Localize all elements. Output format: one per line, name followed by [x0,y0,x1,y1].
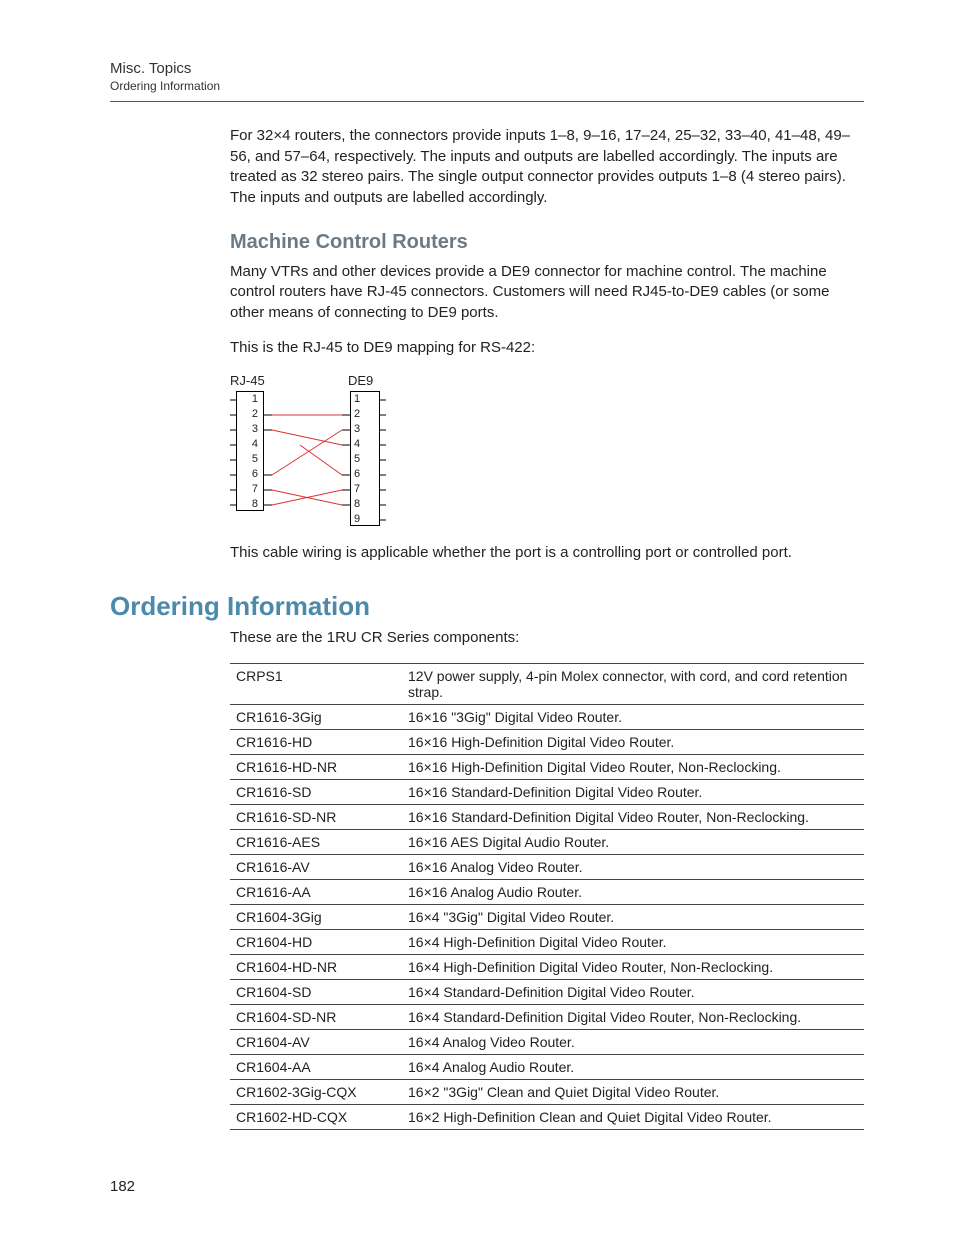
table-row: CR1616-AV16×16 Analog Video Router. [230,854,864,879]
part-description: 16×16 Analog Video Router. [402,854,864,879]
table-row: CR1604-HD16×4 High-Definition Digital Vi… [230,929,864,954]
table-row: CR1604-3Gig16×4 "3Gig" Digital Video Rou… [230,904,864,929]
table-row: CR1616-HD-NR16×16 High-Definition Digita… [230,754,864,779]
table-row: CR1616-AES16×16 AES Digital Audio Router… [230,829,864,854]
part-description: 16×16 Standard-Definition Digital Video … [402,779,864,804]
part-code: CR1616-AV [230,854,402,879]
part-code: CR1604-SD-NR [230,1004,402,1029]
table-row: CRPS112V power supply, 4-pin Molex conne… [230,663,864,704]
table-row: CR1616-3Gig16×16 "3Gig" Digital Video Ro… [230,704,864,729]
table-row: CR1604-AA16×4 Analog Audio Router. [230,1054,864,1079]
part-code: CR1604-SD [230,979,402,1004]
part-description: 16×4 High-Definition Digital Video Route… [402,954,864,979]
table-row: CR1604-AV16×4 Analog Video Router. [230,1029,864,1054]
part-description: 16×16 High-Definition Digital Video Rout… [402,754,864,779]
table-row: CR1616-SD16×16 Standard-Definition Digit… [230,779,864,804]
table-row: CR1616-SD-NR16×16 Standard-Definition Di… [230,804,864,829]
ordering-heading: Ordering Information [110,591,864,622]
document-page: Misc. Topics Ordering Information For 32… [0,0,954,1235]
part-description: 16×4 "3Gig" Digital Video Router. [402,904,864,929]
part-code: CR1604-3Gig [230,904,402,929]
part-code: CRPS1 [230,663,402,704]
diagram-left-label: RJ-45 [230,373,265,388]
part-code: CR1616-SD-NR [230,804,402,829]
part-code: CR1616-AES [230,829,402,854]
header-subtitle: Ordering Information [110,79,864,93]
content-block: For 32×4 routers, the connectors provide… [230,126,864,1130]
part-description: 16×16 Analog Audio Router. [402,879,864,904]
ordering-table: CRPS112V power supply, 4-pin Molex conne… [230,663,864,1130]
part-code: CR1616-HD [230,729,402,754]
part-code: CR1602-HD-CQX [230,1104,402,1129]
ordering-intro: These are the 1RU CR Series components: [230,628,864,649]
part-code: CR1616-HD-NR [230,754,402,779]
mcr-paragraph-1: Many VTRs and other devices provide a DE… [230,262,864,324]
diagram-right-label: DE9 [348,373,373,388]
part-description: 16×16 AES Digital Audio Router. [402,829,864,854]
part-code: CR1604-HD [230,929,402,954]
rj45-de9-diagram: RJ-45 DE9 1 2 3 4 5 6 7 8 1 2 3 4 [230,373,430,533]
part-description: 16×16 High-Definition Digital Video Rout… [402,729,864,754]
part-description: 16×2 "3Gig" Clean and Quiet Digital Vide… [402,1079,864,1104]
part-code: CR1604-AV [230,1029,402,1054]
part-code: CR1602-3Gig-CQX [230,1079,402,1104]
header-rule [110,101,864,102]
table-row: CR1604-SD16×4 Standard-Definition Digita… [230,979,864,1004]
part-description: 16×16 "3Gig" Digital Video Router. [402,704,864,729]
part-code: CR1604-AA [230,1054,402,1079]
part-code: CR1616-SD [230,779,402,804]
part-description: 16×4 Analog Audio Router. [402,1054,864,1079]
part-description: 16×4 Standard-Definition Digital Video R… [402,1004,864,1029]
page-number: 182 [110,1178,135,1195]
part-description: 16×16 Standard-Definition Digital Video … [402,804,864,829]
table-row: CR1616-HD16×16 High-Definition Digital V… [230,729,864,754]
header-title: Misc. Topics [110,60,864,77]
table-row: CR1604-SD-NR16×4 Standard-Definition Dig… [230,1004,864,1029]
part-description: 16×2 High-Definition Clean and Quiet Dig… [402,1104,864,1129]
table-row: CR1616-AA16×16 Analog Audio Router. [230,879,864,904]
part-description: 16×4 Standard-Definition Digital Video R… [402,979,864,1004]
part-code: CR1616-3Gig [230,704,402,729]
table-row: CR1604-HD-NR16×4 High-Definition Digital… [230,954,864,979]
part-code: CR1616-AA [230,879,402,904]
wiring-lines [230,391,430,551]
part-description: 16×4 High-Definition Digital Video Route… [402,929,864,954]
machine-control-heading: Machine Control Routers [230,231,864,254]
mcr-paragraph-2: This is the RJ-45 to DE9 mapping for RS-… [230,338,864,359]
table-row: CR1602-HD-CQX16×2 High-Definition Clean … [230,1104,864,1129]
part-description: 16×4 Analog Video Router. [402,1029,864,1054]
page-header: Misc. Topics Ordering Information [110,60,864,102]
intro-paragraph: For 32×4 routers, the connectors provide… [230,126,864,209]
part-code: CR1604-HD-NR [230,954,402,979]
table-row: CR1602-3Gig-CQX16×2 "3Gig" Clean and Qui… [230,1079,864,1104]
part-description: 12V power supply, 4-pin Molex connector,… [402,663,864,704]
